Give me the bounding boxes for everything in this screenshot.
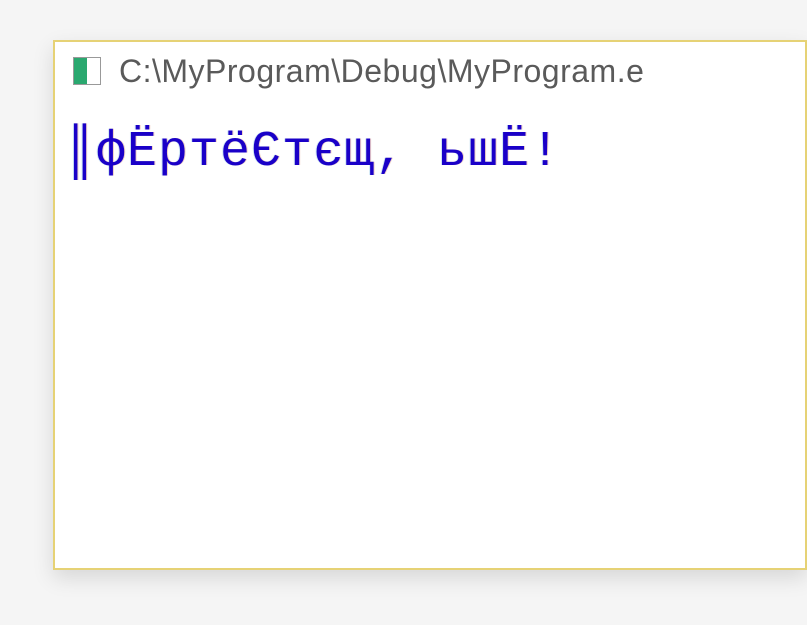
console-output: ║фЁртёЄтєщ, ьшЁ! [65,124,795,181]
console-window[interactable]: C:\MyProgram\Debug\MyProgram.e ║фЁртёЄтє… [53,40,807,570]
console-app-icon [73,57,101,85]
console-client-area[interactable]: ║фЁртёЄтєщ, ьшЁ! [55,100,805,568]
titlebar[interactable]: C:\MyProgram\Debug\MyProgram.e [55,42,805,100]
window-title: C:\MyProgram\Debug\MyProgram.e [119,53,644,90]
